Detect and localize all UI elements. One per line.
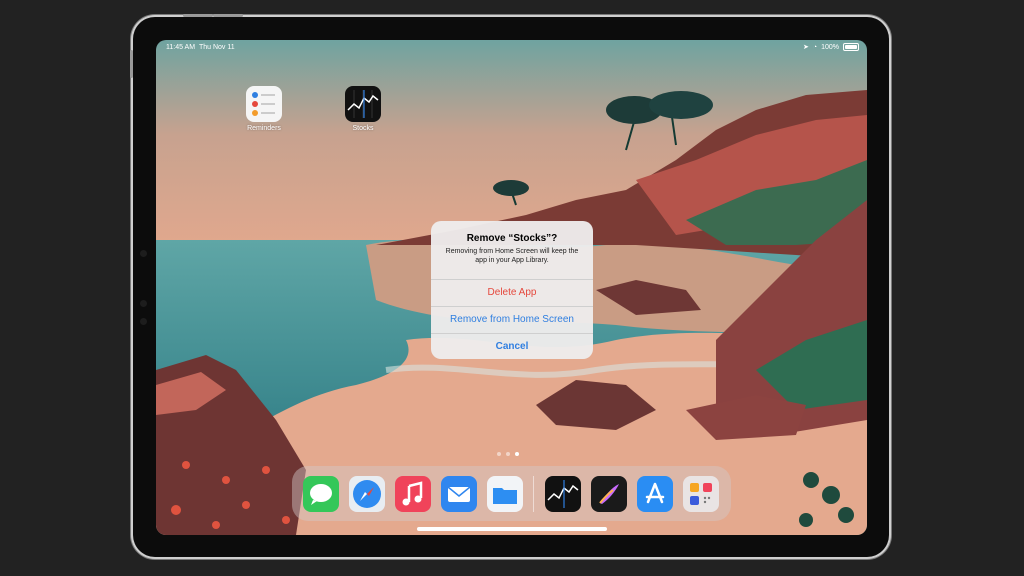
app-label: Reminders [247, 125, 281, 132]
stocks-icon [345, 86, 381, 122]
music-icon[interactable] [395, 476, 431, 512]
app-stocks[interactable]: Stocks [338, 86, 388, 132]
stocks-icon[interactable] [545, 476, 581, 512]
cancel-button[interactable]: Cancel [431, 333, 593, 359]
app-label: Stocks [352, 125, 374, 132]
battery-icon [843, 43, 859, 51]
home-screen: 11:45 AM Thu Nov 11 ➤ ◔ 100% Reminders S… [156, 40, 867, 535]
top-button [130, 50, 133, 78]
page-dot[interactable] [506, 452, 510, 456]
status-bar: 11:45 AM Thu Nov 11 ➤ ◔ 100% [156, 40, 867, 56]
app-library-icon[interactable] [683, 476, 719, 512]
reminders-icon [246, 86, 282, 122]
files-icon[interactable] [487, 476, 523, 512]
procreate-icon[interactable] [591, 476, 627, 512]
volume-button [213, 14, 243, 17]
alert-title: Remove “Stocks”? [466, 233, 558, 244]
page-dot-active[interactable] [515, 452, 519, 456]
location-icon: ➤ [802, 44, 809, 51]
mail-icon[interactable] [441, 476, 477, 512]
home-indicator[interactable] [417, 527, 607, 531]
page-dot[interactable] [497, 452, 501, 456]
alert-message: Removing from Home Screen will keep the … [445, 248, 579, 264]
volume-button [183, 14, 213, 17]
camera-dot [140, 250, 147, 257]
dock [292, 466, 731, 521]
status-time: 11:45 AM Thu Nov 11 [166, 44, 235, 51]
app-reminders[interactable]: Reminders [239, 86, 289, 132]
messages-icon[interactable] [303, 476, 339, 512]
delete-app-button[interactable]: Delete App [431, 279, 593, 306]
safari-icon[interactable] [349, 476, 385, 512]
wifi-icon: ◔ [812, 43, 818, 51]
remove-from-home-screen-button[interactable]: Remove from Home Screen [431, 306, 593, 333]
camera-dot [140, 318, 147, 325]
battery-percent: 100% [821, 43, 839, 51]
app-store-icon[interactable] [637, 476, 673, 512]
dock-divider [533, 476, 534, 512]
camera-dot [140, 300, 147, 307]
remove-app-alert: Remove “Stocks”? Removing from Home Scre… [431, 221, 593, 359]
page-indicator[interactable] [497, 452, 519, 456]
